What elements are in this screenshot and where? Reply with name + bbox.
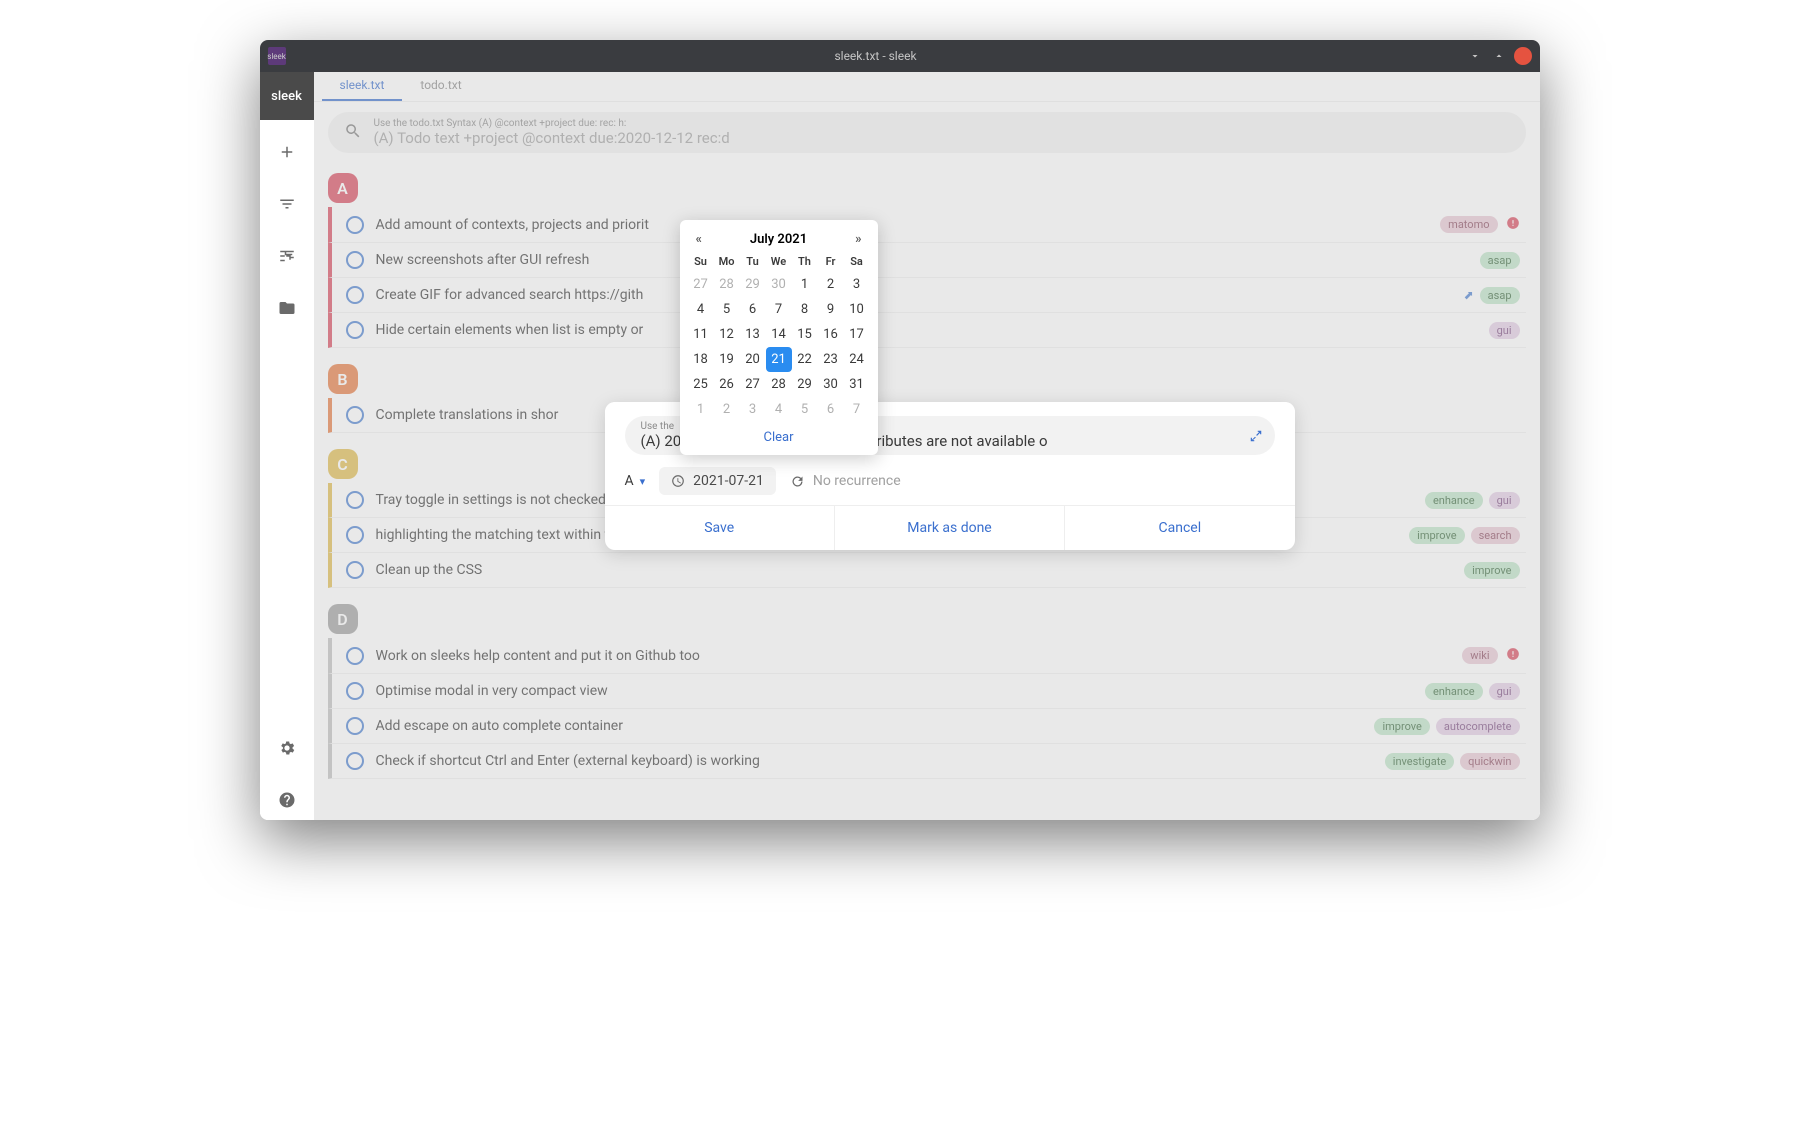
- dp-day[interactable]: 16: [818, 322, 844, 347]
- dp-day[interactable]: 3: [740, 397, 766, 422]
- dp-day[interactable]: 27: [740, 372, 766, 397]
- sliders-icon[interactable]: [260, 236, 314, 276]
- dp-day[interactable]: 24: [844, 347, 870, 372]
- titlebar: sleek sleek.txt - sleek: [260, 40, 1540, 72]
- folder-icon[interactable]: [260, 288, 314, 328]
- dp-day[interactable]: 27: [688, 272, 714, 297]
- dp-day[interactable]: 22: [792, 347, 818, 372]
- dp-day[interactable]: 5: [792, 397, 818, 422]
- dp-dow: Su: [688, 251, 714, 272]
- dp-day[interactable]: 3: [844, 272, 870, 297]
- maximize-button[interactable]: [1490, 47, 1508, 65]
- dp-dow: Mo: [714, 251, 740, 272]
- filter-icon[interactable]: [260, 184, 314, 224]
- dp-day[interactable]: 2: [714, 397, 740, 422]
- mark-done-button[interactable]: Mark as done: [835, 506, 1065, 550]
- expand-icon[interactable]: [1249, 428, 1263, 447]
- dp-day[interactable]: 30: [766, 272, 792, 297]
- dp-day[interactable]: 11: [688, 322, 714, 347]
- dp-day[interactable]: 18: [688, 347, 714, 372]
- priority-select[interactable]: A ▾: [625, 473, 646, 489]
- dp-dow: Fr: [818, 251, 844, 272]
- dp-day[interactable]: 12: [714, 322, 740, 347]
- close-button[interactable]: [1514, 47, 1532, 65]
- recurrence-field[interactable]: No recurrence: [790, 473, 901, 489]
- dp-day[interactable]: 8: [792, 297, 818, 322]
- dp-day[interactable]: 4: [766, 397, 792, 422]
- dp-day[interactable]: 10: [844, 297, 870, 322]
- datepicker-title[interactable]: July 2021: [750, 232, 807, 247]
- minimize-button[interactable]: [1466, 47, 1484, 65]
- dp-day[interactable]: 28: [714, 272, 740, 297]
- dp-day[interactable]: 29: [792, 372, 818, 397]
- dp-day[interactable]: 4: [688, 297, 714, 322]
- datepicker: « July 2021 » SuMoTuWeThFrSa272829301234…: [680, 220, 878, 455]
- dp-day[interactable]: 20: [740, 347, 766, 372]
- dp-day[interactable]: 7: [844, 397, 870, 422]
- due-date-field[interactable]: 2021-07-21: [659, 467, 776, 495]
- add-icon[interactable]: [260, 132, 314, 172]
- dp-day[interactable]: 6: [818, 397, 844, 422]
- dp-day[interactable]: 1: [688, 397, 714, 422]
- cancel-button[interactable]: Cancel: [1065, 506, 1294, 550]
- dp-day[interactable]: 6: [740, 297, 766, 322]
- clock-icon: [671, 474, 685, 488]
- app-icon: sleek: [268, 47, 286, 65]
- dp-day[interactable]: 28: [766, 372, 792, 397]
- dp-day[interactable]: 25: [688, 372, 714, 397]
- dp-day[interactable]: 13: [740, 322, 766, 347]
- repeat-icon: [790, 474, 805, 489]
- datepicker-prev[interactable]: «: [692, 232, 706, 247]
- dp-day[interactable]: 17: [844, 322, 870, 347]
- settings-icon[interactable]: [260, 728, 314, 768]
- dp-day[interactable]: 26: [714, 372, 740, 397]
- dp-day[interactable]: 19: [714, 347, 740, 372]
- dp-day[interactable]: 23: [818, 347, 844, 372]
- priority-value: A: [625, 473, 634, 489]
- dp-day[interactable]: 5: [714, 297, 740, 322]
- recurrence-placeholder: No recurrence: [813, 473, 901, 489]
- dp-day[interactable]: 21: [766, 347, 792, 372]
- dp-day[interactable]: 7: [766, 297, 792, 322]
- window-title: sleek.txt - sleek: [286, 49, 1466, 63]
- dp-day[interactable]: 14: [766, 322, 792, 347]
- chevron-down-icon: ▾: [640, 475, 646, 488]
- datepicker-clear[interactable]: Clear: [688, 422, 870, 449]
- dp-dow: Th: [792, 251, 818, 272]
- sidebar: sleek: [260, 72, 314, 820]
- due-date-value: 2021-07-21: [693, 473, 764, 489]
- save-button[interactable]: Save: [605, 506, 835, 550]
- datepicker-next[interactable]: »: [851, 232, 865, 247]
- brand: sleek: [260, 72, 314, 120]
- dp-dow: We: [766, 251, 792, 272]
- dp-day[interactable]: 29: [740, 272, 766, 297]
- dp-day[interactable]: 1: [792, 272, 818, 297]
- dp-day[interactable]: 30: [818, 372, 844, 397]
- dp-day[interactable]: 15: [792, 322, 818, 347]
- help-icon[interactable]: [260, 780, 314, 820]
- dp-dow: Sa: [844, 251, 870, 272]
- dp-day[interactable]: 31: [844, 372, 870, 397]
- dp-day[interactable]: 9: [818, 297, 844, 322]
- dp-dow: Tu: [740, 251, 766, 272]
- dp-day[interactable]: 2: [818, 272, 844, 297]
